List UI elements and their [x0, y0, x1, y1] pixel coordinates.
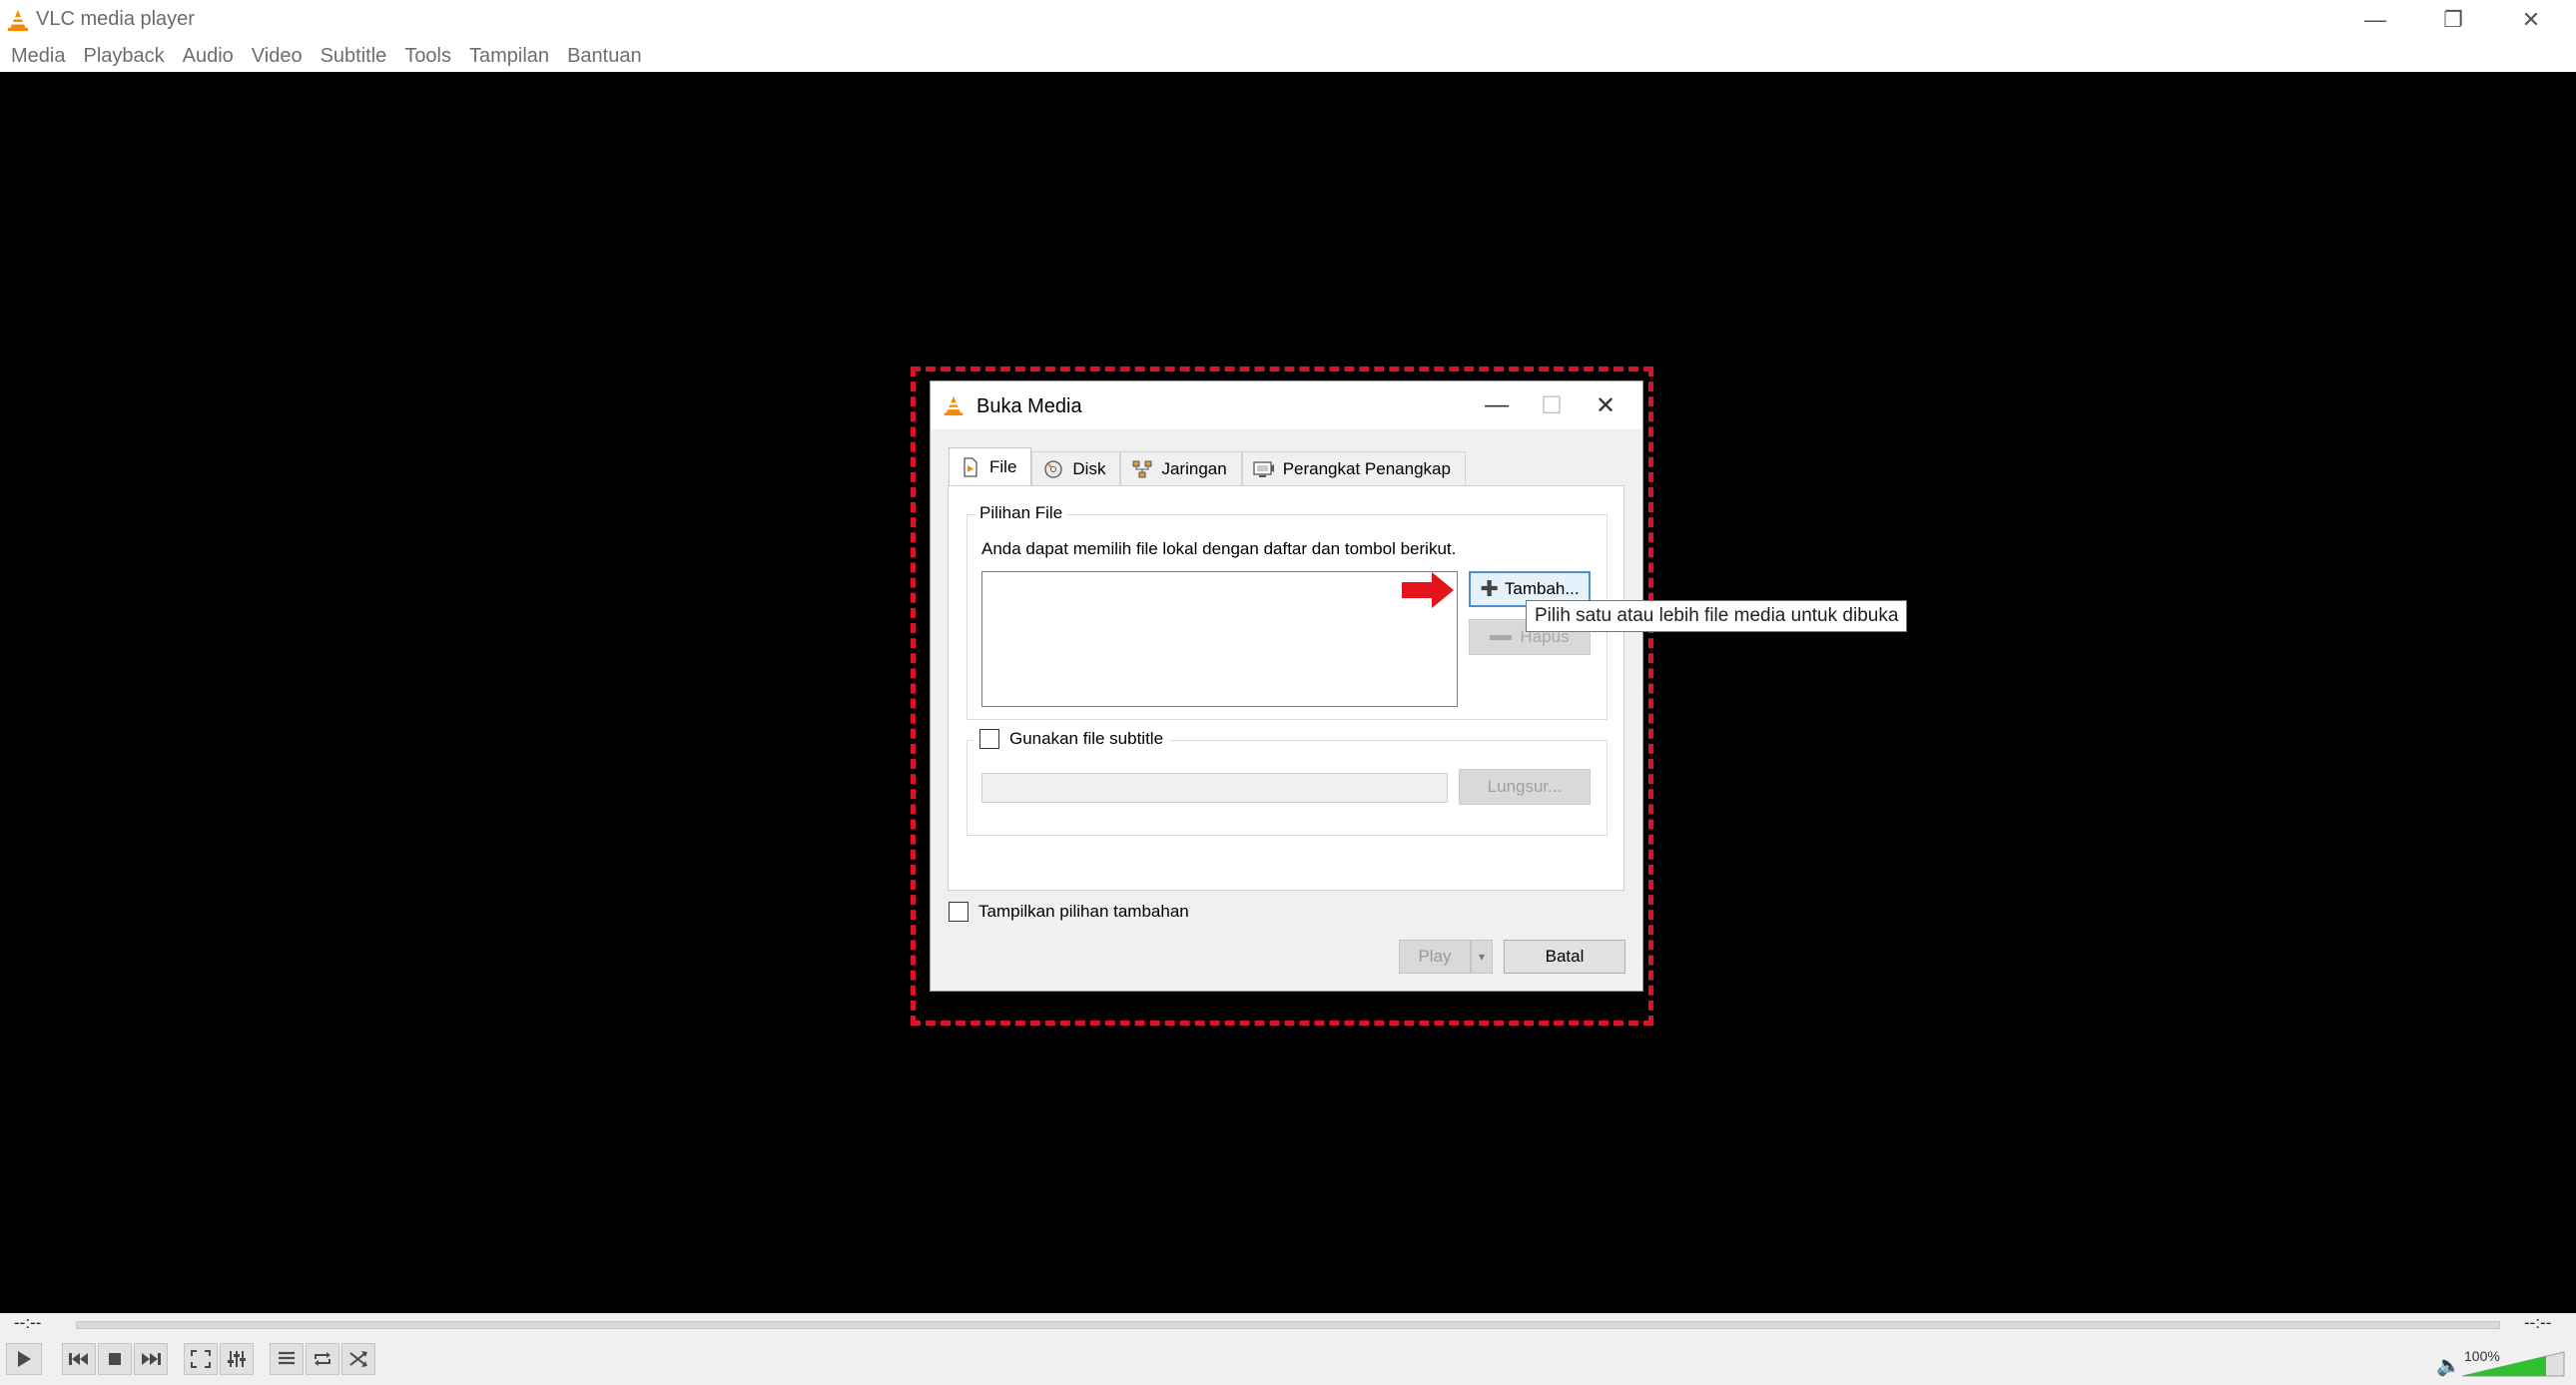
menu-bar: Media Playback Audio Video Subtitle Tool… — [0, 40, 2576, 72]
menu-tampilan[interactable]: Tampilan — [460, 40, 558, 72]
dialog-minimize-button[interactable]: — — [1473, 387, 1521, 423]
dialog-close-button[interactable]: ✕ — [1582, 387, 1629, 423]
vlc-logo-icon — [944, 395, 964, 416]
file-tab-panel: Pilihan File Anda dapat memilih file lok… — [948, 485, 1624, 891]
elapsed-time: --:-- — [14, 1313, 42, 1332]
shuffle-button[interactable] — [341, 1343, 375, 1375]
loop-icon — [315, 1352, 330, 1366]
menu-bantuan[interactable]: Bantuan — [558, 40, 651, 72]
window-title: VLC media player — [36, 8, 195, 30]
tab-capture-device-label: Perangkat Penangkap — [1282, 458, 1451, 478]
shuffle-icon — [349, 1351, 367, 1367]
red-arrow-icon — [1402, 572, 1454, 608]
subtitle-checkbox-label[interactable]: Gunakan file subtitle — [1009, 729, 1163, 749]
plus-icon: ✚ — [1480, 576, 1499, 601]
next-button[interactable] — [134, 1343, 168, 1375]
add-file-label: Tambah... — [1504, 579, 1580, 598]
dialog-maximize-button: ☐ — [1541, 391, 1563, 419]
next-icon — [142, 1353, 161, 1365]
loop-button[interactable] — [306, 1343, 339, 1375]
playlist-button[interactable] — [270, 1343, 304, 1375]
file-selection-description: Anda dapat memilih file lokal dengan daf… — [981, 539, 1457, 558]
play-button: Play — [1399, 940, 1471, 974]
more-options-checkbox[interactable] — [949, 902, 968, 922]
subtitle-checkbox[interactable] — [979, 729, 999, 749]
open-media-dialog: Buka Media — ☐ ✕ File Disk Jaringan Pera… — [930, 380, 1643, 992]
add-button-tooltip: Pilih satu atau lebih file media untuk d… — [1526, 600, 1908, 632]
close-button[interactable]: ✕ — [2492, 0, 2570, 40]
minus-icon — [1490, 634, 1513, 640]
vlc-logo-icon — [8, 10, 28, 31]
tab-bar: File Disk Jaringan Perangkat Penangkap — [949, 447, 1466, 485]
tab-disk-label: Disk — [1072, 458, 1106, 478]
menu-video[interactable]: Video — [243, 40, 312, 72]
file-selection-title: Pilihan File — [975, 503, 1067, 523]
browse-subtitle-button: Lungsur... — [1459, 769, 1591, 805]
menu-tools[interactable]: Tools — [395, 40, 460, 72]
playback-controls: --:-- --:-- 🔈 100% — [0, 1313, 2576, 1385]
menu-playback[interactable]: Playback — [74, 40, 173, 72]
play-dropdown-button: ▾ — [1471, 940, 1493, 974]
tab-capture-device[interactable]: Perangkat Penangkap — [1241, 451, 1466, 485]
volume-level: 100% — [2464, 1348, 2500, 1364]
dialog-title-bar: Buka Media — ☐ ✕ — [931, 381, 1642, 429]
more-options-label[interactable]: Tampilkan pilihan tambahan — [978, 902, 1189, 922]
menu-audio[interactable]: Audio — [174, 40, 243, 72]
fullscreen-button[interactable] — [184, 1343, 218, 1375]
minimize-button[interactable]: — — [2336, 0, 2414, 40]
fullscreen-icon — [191, 1350, 211, 1368]
extended-settings-icon — [228, 1351, 246, 1367]
play-pause-button[interactable] — [6, 1343, 42, 1375]
subtitle-path-input — [981, 773, 1448, 803]
playlist-icon — [279, 1351, 295, 1365]
stop-icon — [109, 1353, 121, 1365]
tab-file[interactable]: File — [949, 447, 1032, 485]
file-selection-group: Pilihan File Anda dapat memilih file lok… — [966, 503, 1608, 720]
total-time: --:-- — [2524, 1313, 2552, 1332]
network-icon — [1132, 460, 1152, 477]
disc-icon — [1044, 459, 1063, 478]
menu-media[interactable]: Media — [2, 40, 74, 72]
volume-icon[interactable]: 🔈 — [2436, 1353, 2461, 1378]
tab-file-label: File — [989, 456, 1017, 476]
tab-disk[interactable]: Disk — [1031, 451, 1121, 485]
menu-subtitle[interactable]: Subtitle — [312, 40, 396, 72]
restore-button[interactable]: ❐ — [2414, 0, 2492, 40]
previous-icon — [69, 1353, 88, 1365]
extended-settings-button[interactable] — [220, 1343, 254, 1375]
play-icon — [18, 1351, 31, 1367]
dialog-title: Buka Media — [976, 395, 1082, 417]
subtitle-group: Gunakan file subtitle Lungsur... — [966, 729, 1608, 836]
previous-button[interactable] — [62, 1343, 96, 1375]
cancel-button[interactable]: Batal — [1504, 940, 1625, 974]
file-list[interactable] — [981, 571, 1458, 707]
seek-bar[interactable] — [76, 1321, 2500, 1329]
tab-network-label: Jaringan — [1161, 458, 1227, 478]
tab-network[interactable]: Jaringan — [1120, 451, 1242, 485]
stop-button[interactable] — [98, 1343, 132, 1375]
subtitle-checkbox-row[interactable]: Gunakan file subtitle — [973, 729, 1170, 749]
title-bar: VLC media player — ❐ ✕ — [0, 0, 2576, 40]
capture-device-icon — [1253, 460, 1274, 477]
file-icon — [964, 456, 977, 477]
more-options-row[interactable]: Tampilkan pilihan tambahan — [949, 902, 1189, 922]
